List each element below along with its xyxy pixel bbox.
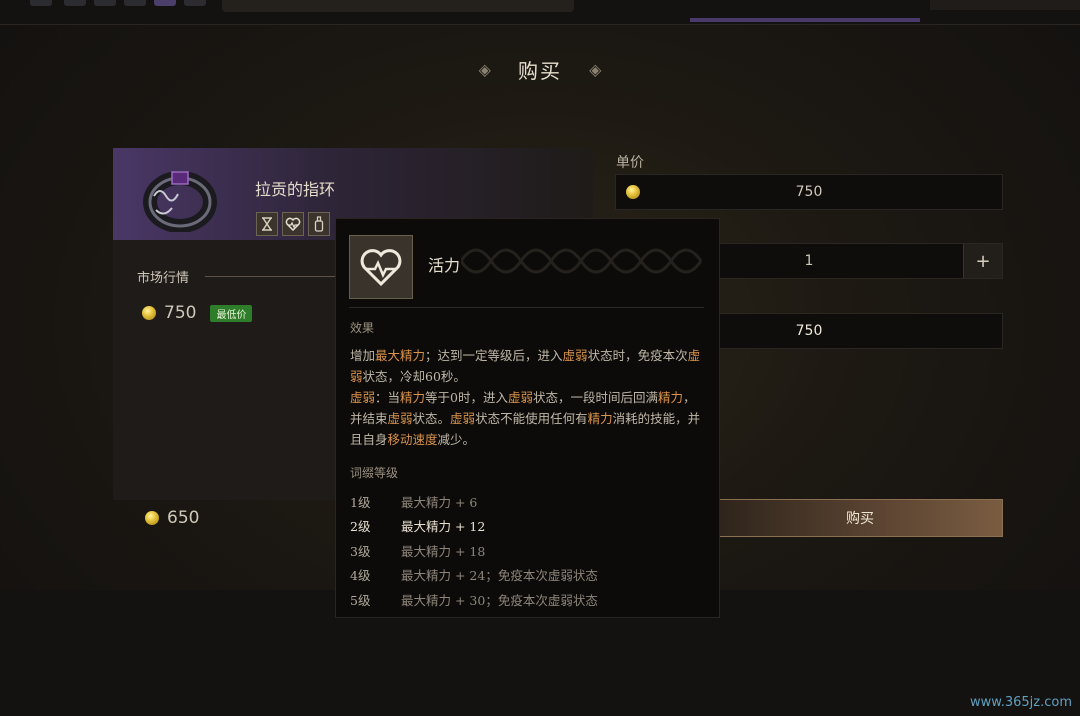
heart-pulse-icon — [349, 235, 413, 299]
increment-button[interactable]: + — [963, 244, 1002, 278]
effect-text: 减少。 — [437, 432, 476, 447]
keyword-highlight: 虚弱 — [450, 411, 476, 426]
level-row: 3级 最大精力 + 18 — [350, 541, 485, 560]
buy-button[interactable]: 购买 — [717, 499, 1003, 537]
effect-text: 状态，冷却60秒。 — [362, 369, 466, 384]
effect-text: 状态。 — [412, 411, 451, 426]
unit-price-label: 单价 — [616, 155, 644, 171]
effect-description: 增加最大精力；达到一定等级后，进入虚弱状态时，免疫本次虚弱状态，冷却60秒。 虚… — [350, 345, 702, 450]
ring-icon[interactable] — [140, 166, 218, 232]
effect-text: 状态时，免疫本次 — [587, 348, 688, 363]
market-label: 市场行情 — [137, 271, 190, 286]
lowest-price-badge: 最低价 — [210, 304, 253, 322]
screen-header: ◈ 购买 ◈ — [0, 55, 1080, 91]
watermark: www.365jz.com — [970, 695, 1072, 710]
bottle-icon[interactable] — [308, 212, 330, 236]
level-desc: 最大精力 + 30；免疫本次虚弱状态 — [401, 593, 598, 608]
keyword-highlight: 虚弱 — [350, 390, 376, 405]
keyword-highlight: 精力 — [400, 390, 426, 405]
level-desc: 最大精力 + 6 — [401, 495, 478, 510]
top-tab[interactable] — [184, 0, 206, 6]
level-number: 4级 — [350, 568, 371, 583]
keyword-highlight: 虚弱 — [562, 348, 588, 363]
effect-paragraph: 增加最大精力；达到一定等级后，进入虚弱状态时，免疫本次虚弱状态，冷却60秒。 — [350, 345, 702, 387]
effect-text: 增加 — [350, 348, 376, 363]
level-number: 2级 — [350, 519, 371, 534]
ornament-left-icon: ◈ — [478, 60, 491, 79]
level-desc: 最大精力 + 24；免疫本次虚弱状态 — [401, 568, 598, 583]
levels-heading: 词缀等级 — [350, 466, 399, 480]
level-row: 1级 最大精力 + 6 — [350, 492, 477, 511]
level-number: 5级 — [350, 593, 371, 608]
tooltip-title: 活力 — [428, 256, 461, 275]
wallet-balance: 650 — [145, 508, 199, 528]
divider — [205, 276, 335, 277]
ornament-right-icon: ◈ — [589, 60, 602, 79]
keyword-highlight: 虚弱 — [508, 390, 534, 405]
level-desc: 最大精力 + 12 — [401, 519, 486, 534]
top-tab[interactable] — [30, 0, 52, 6]
progress-strip — [690, 18, 920, 22]
effect-paragraph: 虚弱：当精力等于0时，进入虚弱状态，一段时间后回满精力，并结束虚弱状态。虚弱状态… — [350, 387, 702, 450]
top-tab-active[interactable] — [154, 0, 176, 6]
item-tags — [256, 212, 330, 236]
coin-icon — [145, 511, 159, 525]
balance-value: 650 — [167, 508, 200, 528]
level-row: 5级 最大精力 + 30；免疫本次虚弱状态 — [350, 590, 598, 609]
effect-text: 状态，一段时间后回满 — [533, 390, 659, 405]
top-tab[interactable] — [124, 0, 146, 6]
keyword-highlight: 移动速度 — [387, 432, 438, 447]
top-tab[interactable] — [94, 0, 116, 6]
unit-price-field: 750 — [615, 174, 1003, 210]
level-number: 1级 — [350, 495, 371, 510]
effect-text: 状态不能使用任何有 — [475, 411, 588, 426]
keyword-highlight: 最大精力 — [375, 348, 426, 363]
divider — [349, 307, 704, 308]
level-desc: 最大精力 + 18 — [401, 544, 486, 559]
top-tab[interactable] — [64, 0, 86, 6]
coin-icon — [142, 306, 156, 320]
keyword-highlight: 虚弱 — [387, 411, 413, 426]
keyword-highlight: 精力 — [587, 411, 613, 426]
level-row-active: 2级 最大精力 + 12 — [350, 516, 485, 535]
search-input[interactable] — [222, 0, 574, 12]
unit-price-value: 750 — [795, 184, 823, 200]
keyword-highlight: 精力 — [658, 390, 684, 405]
perk-tooltip: 活力 效果 增加最大精力；达到一定等级后，进入虚弱状态时，免疫本次虚弱状态，冷却… — [335, 218, 720, 618]
level-number: 3级 — [350, 544, 371, 559]
heart-pulse-icon[interactable] — [282, 212, 304, 236]
top-right-control[interactable] — [930, 0, 1080, 10]
knotwork-ornament — [461, 248, 703, 274]
item-name: 拉贡的指环 — [255, 180, 336, 199]
effect-heading: 效果 — [350, 321, 375, 335]
effect-text: ；达到一定等级后，进入 — [425, 348, 563, 363]
market-price-row: 750 最低价 — [142, 303, 253, 323]
top-bar — [0, 0, 1080, 25]
effect-text: ：当 — [375, 390, 401, 405]
effect-text: 等于0时，进入 — [425, 390, 509, 405]
page-title: 购买 — [518, 59, 562, 83]
hourglass-icon[interactable] — [256, 212, 278, 236]
market-price: 750 — [164, 303, 197, 323]
level-row: 4级 最大精力 + 24；免疫本次虚弱状态 — [350, 565, 598, 584]
